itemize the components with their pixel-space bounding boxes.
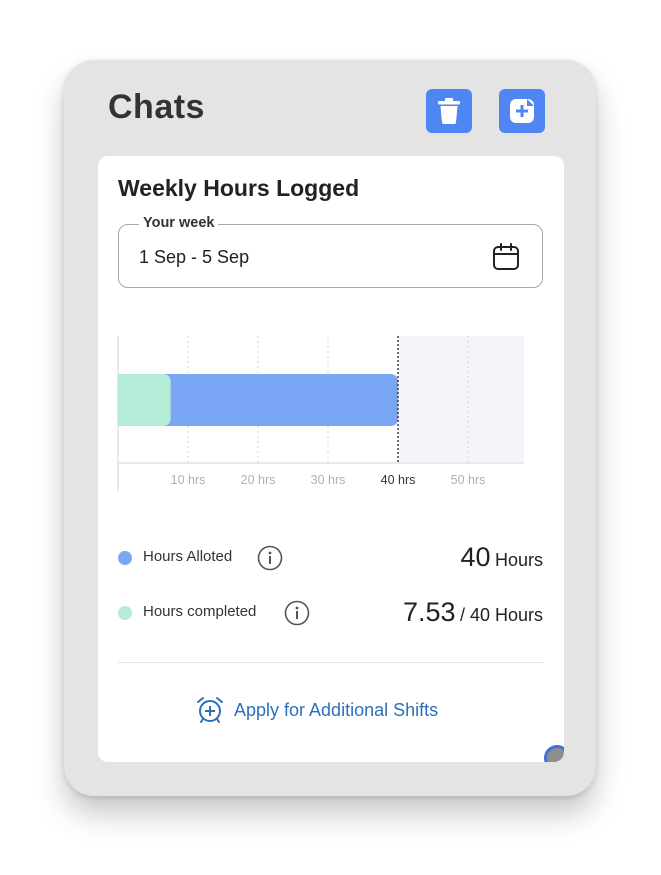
completed-value: 7.53 / 40 Hours: [403, 597, 543, 628]
week-field-value: 1 Sep - 5 Sep: [139, 247, 250, 267]
trash-icon: [438, 98, 460, 124]
alloted-hours-suffix: Hours: [494, 550, 543, 570]
chart-tick-label: 40 hrs: [381, 473, 416, 487]
alloted-hours-number: 40: [460, 542, 491, 572]
card-title: Weekly Hours Logged: [118, 175, 360, 201]
legend-label-alloted: Hours Alloted: [143, 548, 233, 565]
chart-bar-completed: [118, 374, 171, 426]
apply-additional-shifts-link[interactable]: Apply for Additional Shifts: [196, 694, 438, 726]
completed-hours-suffix: / 40 Hours: [459, 605, 543, 625]
avatar[interactable]: [544, 745, 564, 762]
chart-tick-label: 50 hrs: [451, 473, 486, 487]
completed-hours-number: 7.53: [402, 597, 456, 627]
weekly-hours-card: Weekly Hours Logged Your week 1 Sep - 5 …: [98, 156, 564, 762]
panel-title: Chats: [108, 88, 205, 126]
chart-overflow-region: [398, 336, 524, 463]
legend-label-completed: Hours completed: [143, 603, 257, 620]
alloted-value: 40 Hours: [460, 542, 543, 573]
alarm-plus-icon: [197, 697, 223, 723]
new-chat-plus-icon: [510, 99, 534, 123]
chart-tick-label: 10 hrs: [171, 473, 206, 487]
calendar-icon[interactable]: [492, 243, 520, 271]
hours-bar-chart: 10 hrs 20 hrs 30 hrs 40 hrs 50 hrs: [117, 336, 524, 491]
chart-tick-label: 20 hrs: [241, 473, 276, 487]
week-picker-field[interactable]: Your week 1 Sep - 5 Sep: [118, 215, 543, 288]
week-field-label: Your week: [139, 215, 219, 231]
divider: [118, 662, 543, 663]
delete-button[interactable]: [426, 89, 472, 133]
chats-panel: Chats Weekly Hours Logged Your week 1 Se…: [64, 60, 596, 796]
new-chat-button[interactable]: [499, 89, 545, 133]
apply-link-label: Apply for Additional Shifts: [234, 699, 439, 720]
legend-dot-completed: [118, 606, 132, 620]
info-icon[interactable]: [257, 545, 283, 571]
legend-dot-alloted: [118, 551, 132, 565]
legend-row-alloted: Hours Alloted 40 Hours: [118, 542, 543, 572]
legend-row-completed: Hours completed 7.53 / 40 Hours: [118, 597, 543, 627]
info-icon[interactable]: [284, 600, 310, 626]
chart-tick-label: 30 hrs: [311, 473, 346, 487]
